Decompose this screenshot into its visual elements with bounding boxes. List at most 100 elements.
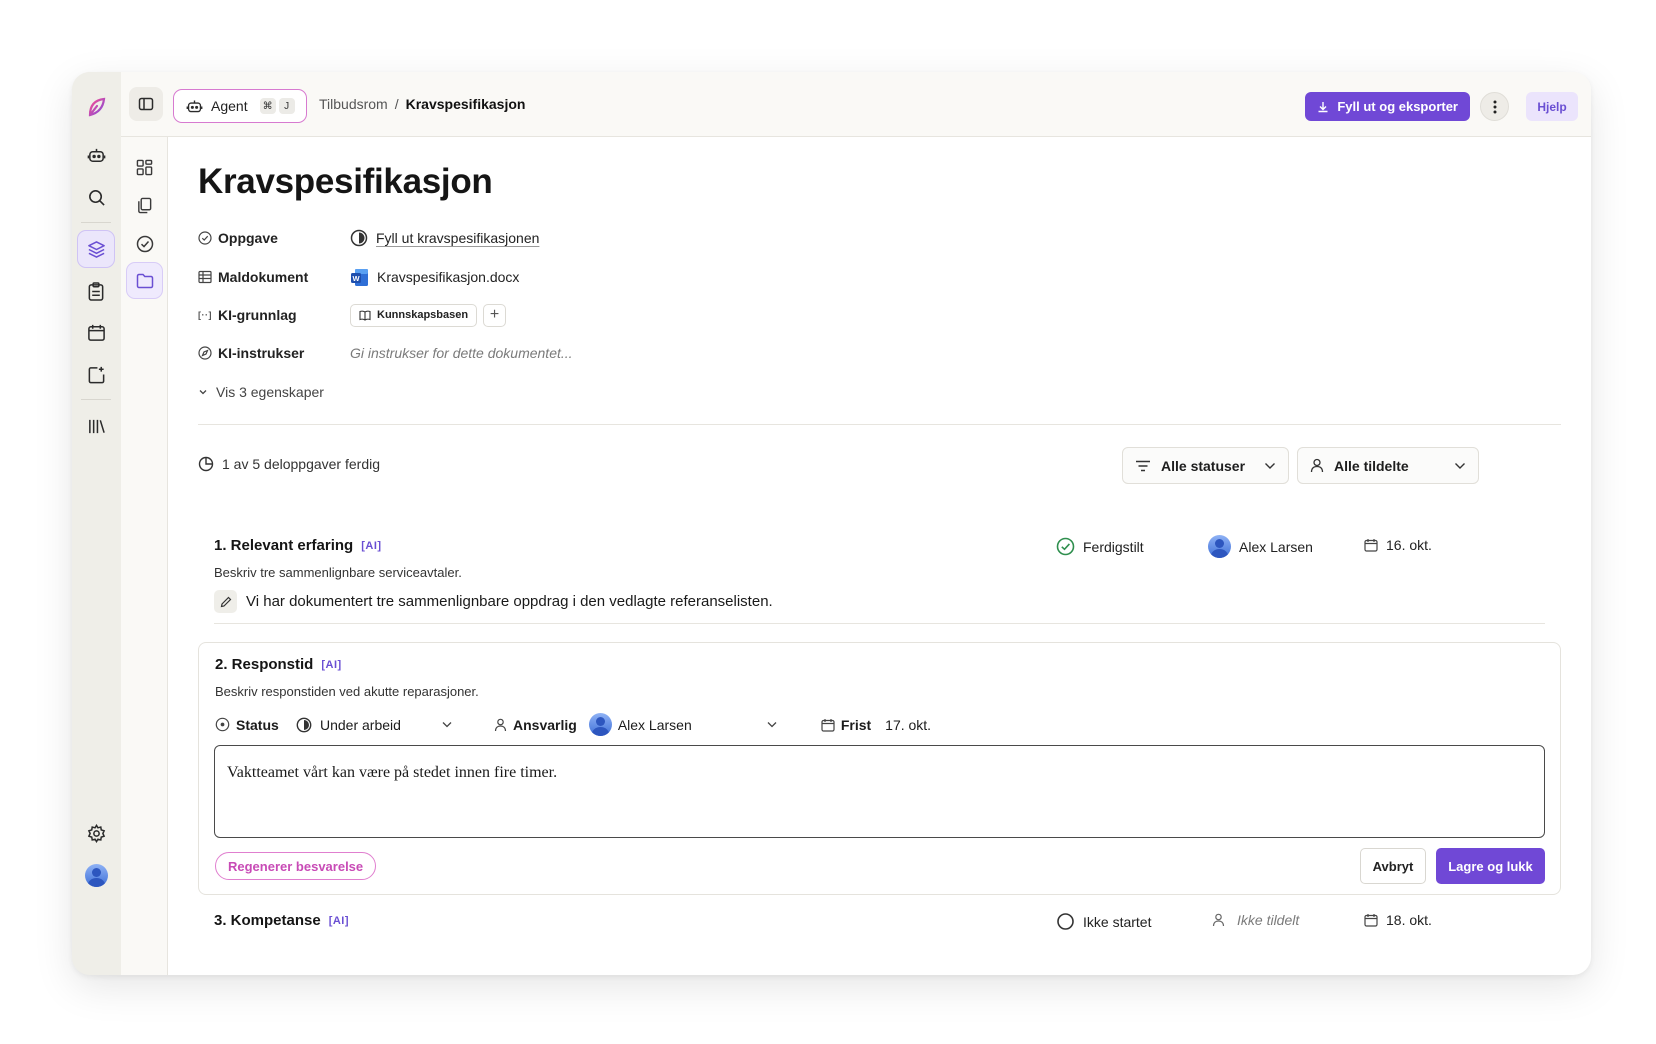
- status-label: Status: [236, 716, 279, 733]
- fill-and-export-button[interactable]: Fyll ut og eksporter: [1305, 92, 1470, 121]
- task-due[interactable]: 18. okt.: [1364, 912, 1432, 928]
- chevron-down-icon: [1455, 462, 1465, 469]
- chevron-down-icon: [442, 722, 452, 728]
- agent-button[interactable]: Agent ⌘ J: [173, 89, 307, 123]
- ai-instructions-label: KI-instrukser: [218, 345, 305, 361]
- rail-divider: [81, 222, 111, 223]
- settings-gear-icon[interactable]: [77, 814, 115, 852]
- more-options-button[interactable]: [1480, 92, 1509, 121]
- robot-icon: [186, 100, 203, 112]
- knowledge-base-chip[interactable]: Kunnskapsbasen: [350, 303, 478, 327]
- task-assignee[interactable]: Alex Larsen: [1208, 535, 1313, 558]
- task-link[interactable]: Fyll ut kravspesifikasjonen: [350, 229, 539, 247]
- sidebar-toggle-icon[interactable]: [129, 87, 163, 121]
- assignee-filter-dropdown[interactable]: Alle tildelte: [1297, 447, 1479, 484]
- status-filter-dropdown[interactable]: Alle statuser: [1122, 447, 1289, 484]
- robot-icon[interactable]: [77, 136, 115, 174]
- status-not-started-icon: [1057, 913, 1074, 930]
- task-description: Beskriv tre sammenlignbare serviceavtale…: [214, 565, 462, 580]
- shortcut-key: J: [278, 98, 295, 114]
- regenerate-answer-button[interactable]: Regenerer besvarelse: [215, 852, 377, 880]
- ai-generated-icon: [AI]: [328, 914, 350, 927]
- assignee-name: Alex Larsen: [1239, 538, 1313, 555]
- dashboard-grid-icon[interactable]: [126, 149, 163, 186]
- task-due[interactable]: 16. okt.: [1364, 537, 1432, 553]
- person-icon: [1310, 458, 1324, 473]
- top-bar: Agent ⌘ J Tilbudsrom / Kravspesifikasjon…: [121, 72, 1591, 137]
- property-label: Oppgave: [198, 230, 350, 246]
- shortcut-mod: ⌘: [259, 98, 276, 114]
- save-and-close-button[interactable]: Lagre og lukk: [1436, 848, 1545, 884]
- task-value: Fyll ut kravspesifikasjonen: [376, 230, 540, 246]
- download-icon: [1318, 101, 1328, 112]
- section-divider: [198, 424, 1561, 425]
- property-label: KI-instrukser: [198, 345, 350, 361]
- progress-clock-icon: [198, 456, 214, 472]
- word-document-icon: W: [351, 268, 368, 286]
- clipboard-icon[interactable]: [77, 272, 115, 310]
- task-status[interactable]: Ikke startet: [1056, 912, 1151, 931]
- avatar: [588, 713, 612, 736]
- due-label: Frist: [840, 716, 872, 733]
- check-circle-icon[interactable]: [126, 225, 163, 262]
- help-button[interactable]: Hjelp: [1526, 92, 1578, 121]
- half-progress-icon: [296, 717, 312, 732]
- show-more-label: Vis 3 egenskaper: [216, 384, 324, 400]
- compass-icon: [198, 346, 212, 360]
- task-assignee[interactable]: Ikke tildelt: [1212, 912, 1299, 928]
- status-icon: [215, 717, 230, 732]
- status-text: Ikke startet: [1083, 913, 1152, 930]
- assignee-name: Alex Larsen: [617, 716, 692, 733]
- task-item-2-editor: 2. Responstid [AI] Beskriv responstiden …: [198, 642, 1561, 895]
- progress-text: 1 av 5 deloppgaver ferdig: [222, 456, 380, 472]
- due-date: 18. okt.: [1386, 912, 1432, 928]
- ai-basis-value: Kunnskapsbasen +: [350, 303, 507, 327]
- property-ai-instructions: KI-instrukser Gi instrukser for dette do…: [198, 342, 573, 364]
- task-label: Oppgave: [218, 230, 278, 246]
- agent-shortcut: ⌘ J: [259, 98, 295, 114]
- calendar-icon: [821, 718, 835, 732]
- edit-answer-button[interactable]: [214, 590, 237, 613]
- document-tools-rail: [121, 137, 168, 975]
- breadcrumb-separator: /: [394, 96, 399, 112]
- task-divider: [214, 623, 1545, 624]
- show-more-properties[interactable]: Vis 3 egenskaper: [198, 384, 324, 400]
- search-icon[interactable]: [77, 178, 115, 216]
- half-progress-icon: [350, 229, 368, 247]
- chevron-down-icon: [199, 390, 207, 395]
- template-file[interactable]: W Kravspesifikasjon.docx: [350, 268, 519, 287]
- add-basis-button[interactable]: +: [483, 303, 507, 327]
- calendar-icon: [1364, 914, 1378, 927]
- cancel-button[interactable]: Avbryt: [1360, 848, 1426, 884]
- ai-instructions-input[interactable]: Gi instrukser for dette dokumentet...: [350, 345, 573, 361]
- breadcrumb: Tilbudsrom / Kravspesifikasjon: [319, 96, 525, 112]
- avatar: [84, 863, 108, 887]
- agent-label: Agent: [211, 98, 248, 114]
- task-status[interactable]: Ferdigstilt: [1056, 537, 1144, 556]
- assignee-select[interactable]: Alex Larsen: [588, 713, 777, 736]
- chevron-down-icon: [767, 722, 777, 728]
- app-logo-icon[interactable]: [77, 88, 115, 126]
- main-panel: Agent ⌘ J Tilbudsrom / Kravspesifikasjon…: [121, 72, 1591, 975]
- status-select[interactable]: Under arbeid: [296, 717, 466, 733]
- ai-generated-icon: [AI]: [361, 539, 382, 552]
- layers-icon[interactable]: [77, 230, 115, 268]
- svg-text:W: W: [352, 274, 360, 283]
- assignee-name: Ikke tildelt: [1237, 912, 1300, 928]
- status-filter-label: Alle statuser: [1161, 457, 1246, 474]
- pencil-icon: [220, 596, 231, 607]
- user-avatar[interactable]: [77, 856, 115, 894]
- copy-documents-icon[interactable]: [126, 187, 163, 224]
- folder-icon[interactable]: [126, 262, 163, 299]
- person-icon: [1212, 913, 1225, 927]
- library-icon[interactable]: [77, 407, 115, 445]
- chevron-down-icon: [1265, 462, 1275, 469]
- document-content: Kravspesifikasjon Oppgave Fyll ut kravsp…: [198, 137, 1561, 975]
- due-field[interactable]: Frist 17. okt.: [821, 717, 931, 733]
- breadcrumb-parent[interactable]: Tilbudsrom: [319, 96, 388, 112]
- filter-icon: [1136, 460, 1150, 471]
- note-add-icon[interactable]: [77, 355, 115, 393]
- calendar-icon[interactable]: [77, 313, 115, 351]
- answer-textarea[interactable]: Vaktteamet vårt kan være på stedet innen…: [214, 745, 1545, 838]
- task-title: 1. Relevant erfaring: [214, 537, 354, 554]
